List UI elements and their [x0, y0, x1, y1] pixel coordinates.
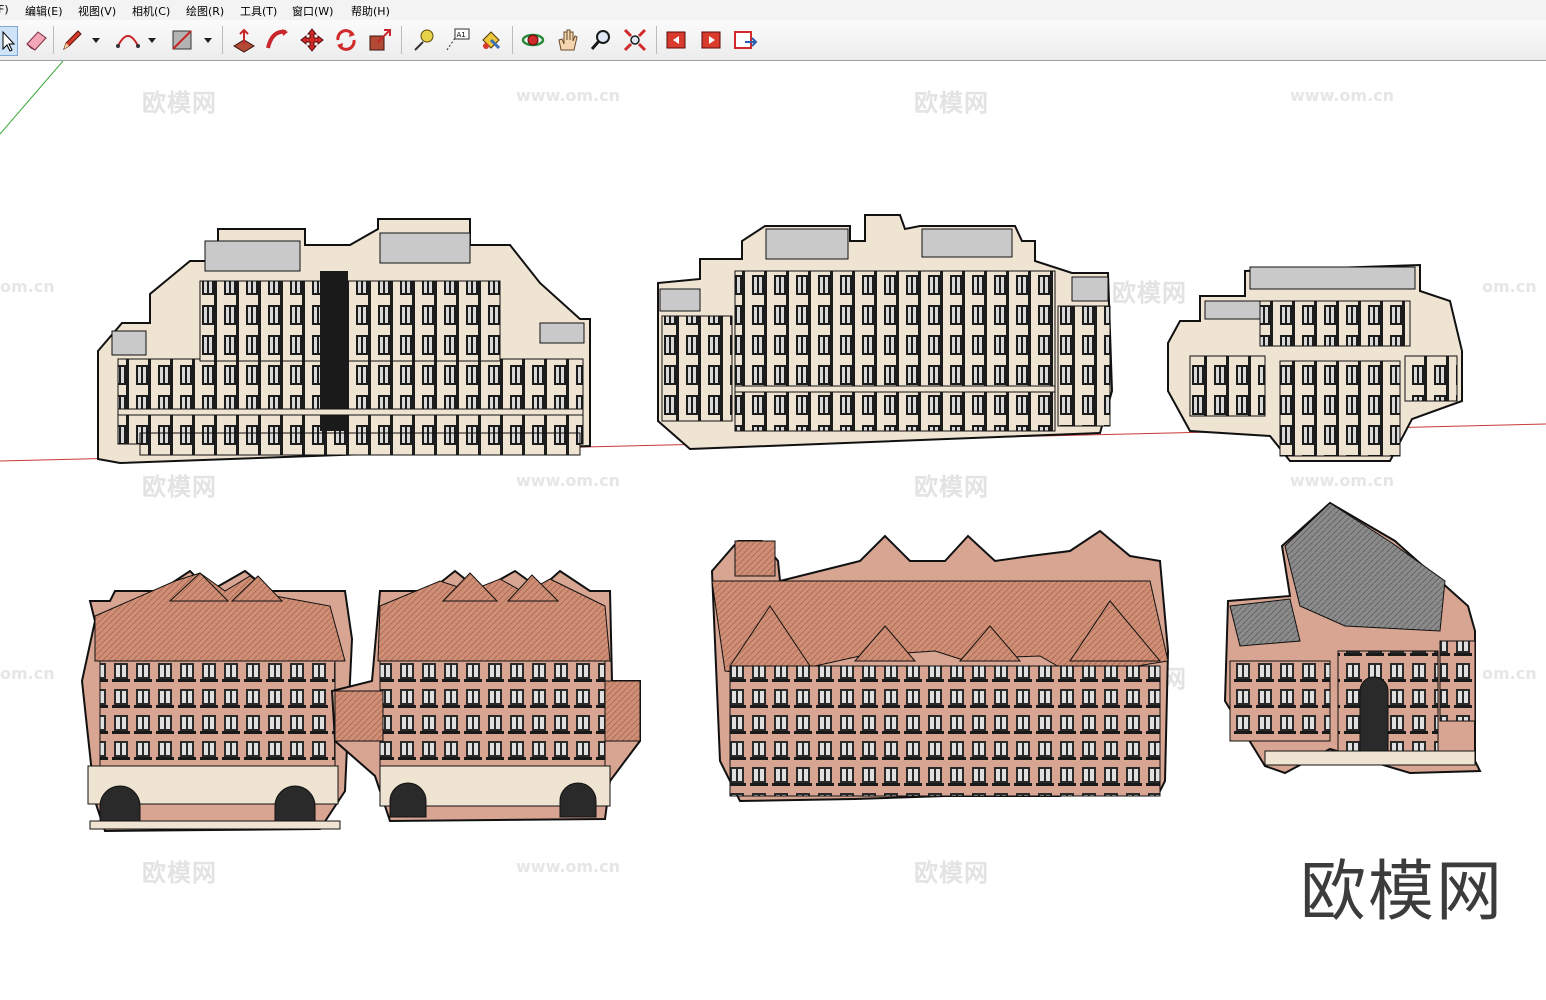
- pan-hand-icon: [558, 29, 578, 51]
- pencil-icon: [63, 30, 82, 51]
- pencil-dropdown[interactable]: [91, 32, 101, 48]
- menu-help[interactable]: 帮助(H): [351, 3, 390, 19]
- menu-view[interactable]: 视图(V): [78, 3, 116, 19]
- model-viewport[interactable]: 欧模网 www.om.cn 欧模网 www.om.cn om.cn 欧模网 om…: [0, 61, 1546, 1000]
- scale-tool-button[interactable]: [366, 26, 394, 54]
- move-arrows-icon: [300, 28, 324, 52]
- rotate-icon: [336, 29, 356, 51]
- scale-icon: [369, 29, 391, 51]
- menu-draw[interactable]: 绘图(R): [186, 3, 224, 19]
- om-logo-text: 欧模网: [1300, 853, 1504, 930]
- text-label-icon: A1: [446, 28, 470, 51]
- chevron-down-icon: [148, 38, 156, 43]
- menu-bar: F) 编辑(E) 视图(V) 相机(C) 绘图(R) 工具(T) 窗口(W) 帮…: [0, 0, 1546, 20]
- select-tool-button[interactable]: [0, 26, 18, 56]
- rectangle-dropdown[interactable]: [203, 32, 213, 48]
- menu-file[interactable]: F): [0, 3, 9, 16]
- rectangle-tool-button[interactable]: [168, 26, 196, 54]
- zoom-extents-icon: [623, 28, 647, 52]
- push-pull-icon: [233, 28, 255, 53]
- zoom-magnifier-icon: [590, 30, 610, 50]
- orbit-tool-button[interactable]: [519, 26, 547, 54]
- next-view-button[interactable]: [697, 26, 725, 54]
- menu-window[interactable]: 窗口(W): [292, 3, 333, 19]
- move-tool-button[interactable]: [298, 26, 326, 54]
- beige-apartment-building-left[interactable]: [97, 218, 591, 465]
- chevron-down-icon: [92, 38, 100, 43]
- previous-view-icon: [666, 31, 686, 49]
- beige-apartment-building-center[interactable]: [657, 214, 1114, 451]
- zoom-extents-tool-button[interactable]: [621, 26, 649, 54]
- text-tool-button[interactable]: A1: [443, 26, 471, 54]
- pencil-tool-button[interactable]: [58, 26, 86, 54]
- standard-views-icon: [734, 31, 758, 49]
- push-pull-tool-button[interactable]: [230, 26, 258, 54]
- tape-measure-icon: [414, 29, 434, 51]
- menu-edit[interactable]: 编辑(E): [25, 3, 63, 19]
- chevron-down-icon: [204, 38, 212, 43]
- brick-townhouse-left[interactable]: [80, 569, 354, 833]
- pan-tool-button[interactable]: [553, 26, 581, 54]
- arc-tool-button[interactable]: [114, 26, 142, 54]
- brick-villa-right[interactable]: [1223, 501, 1482, 775]
- green-axis: [0, 61, 64, 135]
- previous-view-button[interactable]: [663, 26, 691, 54]
- arc-dropdown[interactable]: [147, 32, 157, 48]
- standard-views-button[interactable]: [731, 26, 759, 54]
- follow-me-icon: [266, 29, 288, 49]
- menu-tools[interactable]: 工具(T): [240, 3, 277, 19]
- arc-icon: [116, 35, 140, 48]
- select-arrow-icon: [2, 30, 16, 52]
- paint-bucket-tool-button[interactable]: [477, 26, 505, 54]
- orbit-icon: [521, 33, 545, 47]
- svg-text:A1: A1: [457, 31, 466, 39]
- menu-camera[interactable]: 相机(C): [132, 3, 170, 19]
- main-toolbar: A1: [0, 20, 1546, 61]
- follow-me-tool-button[interactable]: [264, 26, 292, 54]
- eraser-icon: [26, 31, 47, 51]
- brick-apartment-building-center[interactable]: [710, 529, 1170, 803]
- tape-measure-tool-button[interactable]: [409, 26, 437, 54]
- beige-villa-right[interactable]: [1167, 263, 1463, 462]
- brick-townhouse-left-2[interactable]: [330, 569, 641, 823]
- next-view-icon: [701, 31, 721, 49]
- paint-bucket-icon: [482, 31, 501, 50]
- eraser-tool-button[interactable]: [22, 26, 50, 54]
- rotate-tool-button[interactable]: [332, 26, 360, 54]
- rectangle-icon: [172, 30, 192, 50]
- zoom-tool-button[interactable]: [587, 26, 615, 54]
